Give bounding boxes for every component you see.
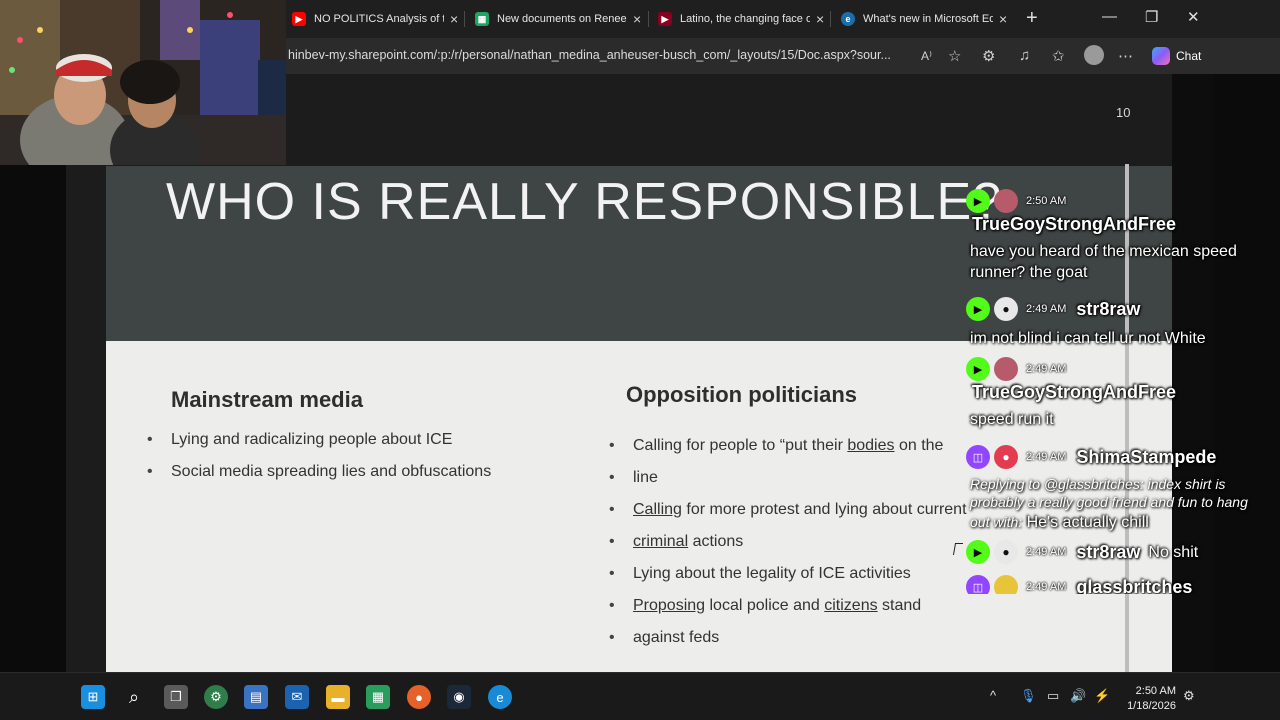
avatar: ●	[994, 540, 1018, 564]
chat-text: He's actually chill	[1026, 514, 1149, 531]
sheets-icon: ▦	[475, 12, 489, 26]
system-clock[interactable]: 2:50 AM 1/18/2026	[1118, 684, 1176, 714]
chat-message: ▶ ● 2:49 AM str8raw No shit	[966, 539, 1276, 565]
bullet-continuation: against feds	[609, 622, 719, 654]
slide-title: WHO IS REALLY RESPONSIBLE?	[166, 173, 1003, 231]
chat-username: str8raw	[1076, 298, 1141, 319]
chat-message: ▶ 2:49 AM TrueGoyStrongAndFree speed run…	[966, 356, 1276, 430]
media-icon[interactable]: ♫	[1019, 47, 1030, 64]
app-icon[interactable]: ▤	[244, 685, 268, 709]
bullet-item: Social media spreading lies and obfuscat…	[147, 456, 491, 488]
avatar	[994, 357, 1018, 381]
read-aloud-icon[interactable]: A⁾	[921, 49, 932, 63]
chat-text: im not blind i can tell ur not White	[970, 330, 1206, 347]
kick-icon: ▶	[966, 540, 990, 564]
chat-username: ShimaStampede	[1076, 446, 1217, 467]
chat-message: ◫ ● 2:49 AM ShimaStampede Replying to @g…	[966, 444, 1276, 533]
bullet-item: Lying about the legality of ICE activiti…	[609, 558, 911, 590]
tab-latino[interactable]: ▶ Latino, the changing face o ×	[658, 6, 824, 32]
extensions-icon[interactable]: ⚙	[982, 47, 995, 65]
windows-taskbar: ⊞ ⌕ ❐ ⚙ ▤ ✉ ▬ ▦ ● ◉ e ^ 🎙 ▭ 🔊 ⚡ 2:50 AM …	[0, 672, 1280, 720]
avatar	[994, 189, 1018, 213]
avatar: ●	[994, 297, 1018, 321]
task-view-icon[interactable]: ❐	[164, 685, 188, 709]
chat-text: speed run it	[970, 411, 1054, 428]
bullet-continuation: line	[609, 462, 658, 494]
chat-text: have you heard of the mexican speed runn…	[970, 243, 1237, 281]
microphone-icon[interactable]: 🎙	[1020, 688, 1037, 704]
favorites-icon[interactable]: ✩	[1052, 47, 1065, 65]
tab-youtube-analysis[interactable]: ▶ NO POLITICS Analysis of th ×	[292, 6, 458, 32]
twitch-icon: ◫	[966, 575, 990, 594]
webcam-overlay	[0, 0, 286, 165]
chat-username: str8raw	[1076, 541, 1141, 562]
outlook-icon[interactable]: ✉	[285, 685, 309, 709]
kick-icon: ▶	[966, 189, 990, 213]
restore-button[interactable]: ❐	[1145, 8, 1158, 26]
close-tab-icon[interactable]: ×	[450, 11, 458, 27]
avatar	[994, 575, 1018, 594]
webcam-image	[0, 0, 286, 165]
bullet-item: Lying and radicalizing people about ICE	[147, 424, 452, 456]
minimize-button[interactable]: —	[1102, 8, 1117, 25]
steam-icon[interactable]: ◉	[447, 685, 471, 709]
youtube-icon: ▶	[658, 12, 672, 26]
close-tab-icon[interactable]: ×	[816, 11, 824, 27]
avatar: ●	[994, 445, 1018, 469]
chat-message: ▶ ● 2:49 AM str8raw im not blind i can t…	[966, 296, 1276, 349]
more-menu-icon[interactable]: ⋯	[1118, 47, 1133, 65]
profile-avatar-icon[interactable]	[1084, 45, 1104, 65]
favorite-star-icon[interactable]: ☆	[948, 47, 961, 65]
kick-icon: ▶	[966, 297, 990, 321]
opposition-politicians-heading: Opposition politicians	[626, 382, 857, 407]
battery-icon[interactable]: ⚡	[1094, 688, 1110, 704]
chat-username: TrueGoyStrongAndFree	[972, 214, 1177, 234]
tab-whats-new-edge[interactable]: e What's new in Microsoft Ed ×	[841, 6, 1007, 32]
app-icon[interactable]: ▦	[366, 685, 390, 709]
close-tab-icon[interactable]: ×	[633, 11, 641, 27]
chat-text: No shit	[1148, 543, 1199, 561]
bullet-continuation: criminal actions	[609, 526, 743, 558]
bullet-item: Calling for people to “put their bodies …	[609, 430, 943, 462]
app-icon[interactable]: ⚙	[204, 685, 228, 709]
mainstream-media-heading: Mainstream media	[171, 387, 363, 412]
screen: ▶ NO POLITICS Analysis of th × ▦ New doc…	[0, 0, 1280, 720]
windows-start-icon[interactable]: ⊞	[81, 685, 105, 709]
chevron-up-icon[interactable]: ^	[990, 688, 996, 703]
notifications-icon[interactable]: ⚙	[1183, 688, 1195, 704]
bullet-item: Calling for more protest and lying about…	[609, 494, 966, 526]
chat-message: ◫ 2:49 AM glassbritches	[966, 574, 1276, 594]
page-number: 10	[1116, 105, 1131, 120]
file-explorer-icon[interactable]: ▬	[326, 685, 350, 709]
twitch-icon: ◫	[966, 445, 990, 469]
search-icon[interactable]: ⌕	[122, 685, 146, 709]
chat-username: glassbritches	[1076, 576, 1193, 595]
edge-icon: e	[841, 12, 855, 26]
volume-icon[interactable]: 🔊	[1070, 688, 1086, 704]
url-field[interactable]: hinbev-my.sharepoint.com/:p:/r/personal/…	[288, 48, 908, 62]
network-icon[interactable]: ▭	[1047, 688, 1059, 704]
kick-icon: ▶	[966, 357, 990, 381]
youtube-icon: ▶	[292, 12, 306, 26]
edge-taskbar-icon[interactable]: e	[488, 685, 512, 709]
copilot-icon	[1152, 47, 1170, 65]
new-tab-button[interactable]: +	[1026, 8, 1038, 28]
bullet-item: Proposing local police and citizens stan…	[609, 590, 921, 622]
tab-new-documents[interactable]: ▦ New documents on Renee ×	[475, 6, 641, 32]
firefox-icon[interactable]: ●	[407, 685, 431, 709]
stream-chat-overlay: ▶ 2:50 AM TrueGoyStrongAndFree have you …	[966, 188, 1276, 594]
copilot-chat-button[interactable]: Chat	[1146, 44, 1208, 68]
chat-message: ▶ 2:50 AM TrueGoyStrongAndFree have you …	[966, 188, 1276, 283]
close-tab-icon[interactable]: ×	[999, 11, 1007, 27]
chat-username: TrueGoyStrongAndFree	[972, 382, 1177, 402]
close-window-button[interactable]: ✕	[1187, 8, 1200, 26]
